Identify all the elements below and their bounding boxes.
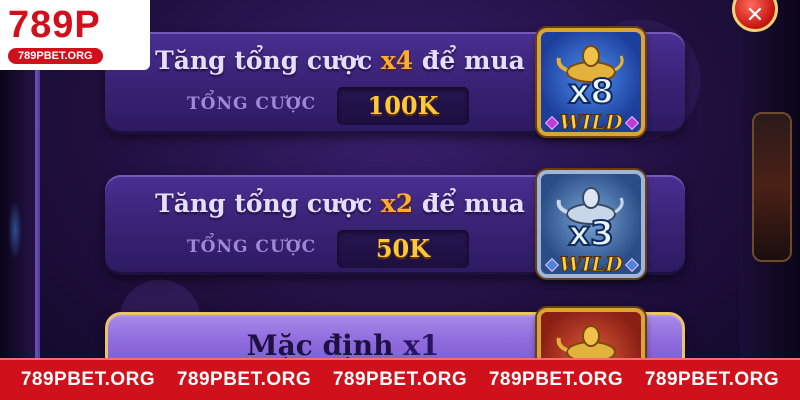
option-x4-multiplier: x4 [380,46,414,75]
option-x4-bet-label: TỔNG CƯỢC [187,94,317,114]
brand-logo[interactable]: 789P 789PBET.ORG [0,0,150,70]
footer-watermark: 789PBET.ORG [332,369,468,390]
option-x4-title: Tăng tổng cược x4 để mua [155,46,525,75]
option-x2-title: Tăng tổng cược x2 để mua [155,189,525,218]
option-x2-multiplier: x2 [380,189,414,218]
wild-x3-tile: x3 WILD [537,170,645,278]
footer-watermark: 789PBET.ORG [488,369,624,390]
footer-watermark: 789PBET.ORG [20,369,156,390]
footer-watermark-strip: 789PBET.ORG 789PBET.ORG 789PBET.ORG 789P… [0,358,800,400]
footer-watermark: 789PBET.ORG [644,369,780,390]
logo-text: 789P [8,4,101,46]
close-icon: ✕ [745,2,765,28]
wild-x8-multiplier: x8 [567,71,615,113]
right-frame [740,0,800,400]
left-frame-glow [8,200,22,260]
option-x4-bet-value: 100K [337,87,469,125]
right-side-reel [752,112,792,262]
wild-x8-tile: x8 WILD [537,28,645,136]
option-x2-bet-value: 50K [337,230,469,268]
logo-url: 789PBET.ORG [8,48,103,64]
footer-watermark: 789PBET.ORG [176,369,312,390]
wild-x3-multiplier: x3 [567,213,615,255]
option-x2-bet-label: TỔNG CƯỢC [187,237,317,257]
